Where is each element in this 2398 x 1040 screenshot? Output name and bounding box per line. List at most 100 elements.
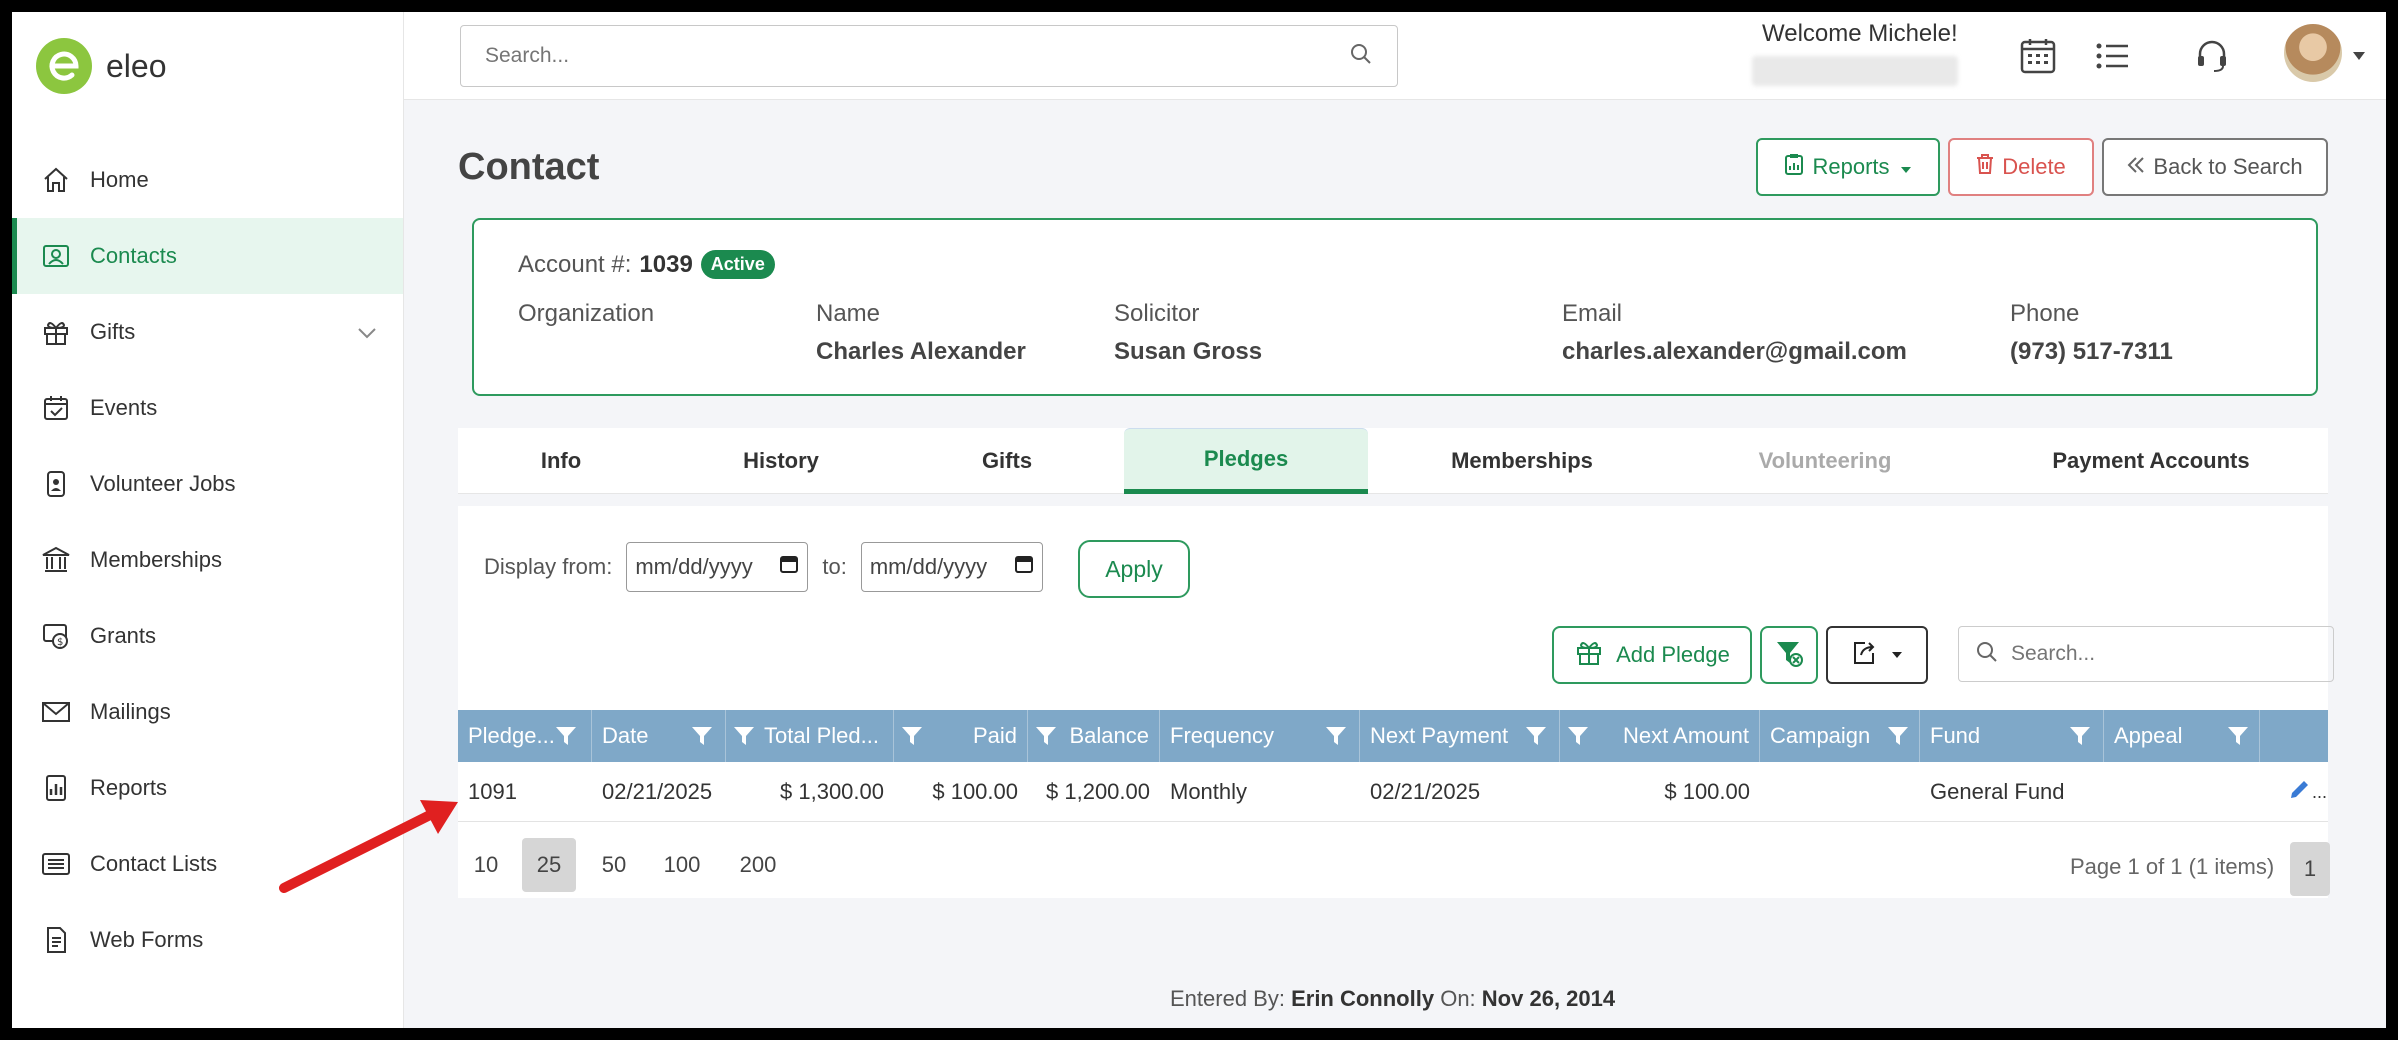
filter-icon[interactable] [2226,724,2250,754]
calendar-icon[interactable] [1014,554,1034,580]
calendar-icon[interactable] [2014,32,2062,80]
sidebar-item-label: Gifts [90,319,136,344]
page-size-option[interactable]: 100 [652,838,712,892]
cell-next-payment: 02/21/2025 [1370,779,1481,804]
sidebar-item-gifts[interactable]: Gifts [12,294,403,370]
add-pledge-button[interactable]: Add Pledge [1552,626,1752,684]
table-row[interactable]: 1091 02/21/2025 $ 1,300.00 $ 100.00 $ 1,… [458,762,2328,822]
column-header-appeal[interactable]: Appeal [2104,710,2260,762]
from-date-input[interactable]: mm/dd/yyyy [626,542,809,592]
sidebar-item-grants[interactable]: $ Grants [12,598,403,674]
tab-payment-accounts[interactable]: Payment Accounts [1974,428,2328,494]
column-header-date[interactable]: Date [592,710,726,762]
sidebar-item-volunteer-jobs[interactable]: Volunteer Jobs [12,446,403,522]
sidebar-item-events[interactable]: Events [12,370,403,446]
row-actions: ... [2278,762,2328,822]
page-size-option-active[interactable]: 25 [522,838,576,892]
svg-text:$: $ [57,637,63,648]
brand-name: eleo [106,47,167,84]
search-icon[interactable] [1349,42,1373,71]
filter-icon[interactable] [1524,724,1548,754]
tab-info[interactable]: Info [458,428,664,494]
column-header-frequency[interactable]: Frequency [1160,710,1360,762]
avatar[interactable] [2284,24,2342,82]
gift-icon [1574,637,1604,673]
grid-search-input[interactable] [2011,642,2317,666]
grid-search[interactable] [1958,626,2334,682]
sidebar-item-label: Grants [90,623,157,648]
pencil-edit-icon[interactable] [2288,777,2312,807]
account-number-line: Account #: 1039 Active [518,250,775,279]
chevron-down-icon[interactable] [357,320,377,346]
organization-field: Organization [518,300,654,338]
calendar-icon[interactable] [779,554,799,580]
filter-icon[interactable] [1566,724,1590,754]
email-link[interactable]: charles.alexander@gmail.com [1562,338,1907,366]
caret-down-icon[interactable] [2352,48,2366,66]
sidebar-item-home[interactable]: Home [12,142,403,218]
sidebar-item-label: Contact Lists [90,851,218,876]
delete-button[interactable]: Delete [1948,138,2094,196]
filter-icon[interactable] [1886,724,1910,754]
tab-history[interactable]: History [664,428,898,494]
filter-icon[interactable] [1324,724,1348,754]
export-button[interactable] [1826,626,1928,684]
column-header-paid[interactable]: Paid [894,710,1028,762]
sidebar-item-contacts[interactable]: Contacts [12,218,403,294]
account-label: Account #: [518,250,632,278]
column-header-total-pledged[interactable]: Total Pled... [726,710,894,762]
sidebar-item-label: Web Forms [90,927,204,952]
report-chart-icon [38,770,74,806]
headset-support-icon[interactable] [2188,32,2236,80]
back-to-search-button[interactable]: Back to Search [2102,138,2328,196]
solicitor-field: Solicitor Susan Gross [1114,300,1262,366]
column-header-next-payment[interactable]: Next Payment [1360,710,1560,762]
field-value: Charles Alexander [816,338,1026,365]
task-list-icon[interactable] [2088,32,2136,80]
logo[interactable]: eleo [36,38,167,94]
home-icon [38,162,74,198]
field-label: Name [816,300,881,327]
sidebar-item-mailings[interactable]: Mailings [12,674,403,750]
form-icon [38,922,74,958]
filter-icon[interactable] [900,724,924,754]
on-label: On: [1440,986,1476,1011]
gift-icon [38,314,74,350]
column-header-pledge[interactable]: Pledge... [458,710,592,762]
tab-gifts[interactable]: Gifts [898,428,1116,494]
sidebar-item-web-forms[interactable]: Web Forms [12,902,403,978]
to-date-input[interactable]: mm/dd/yyyy [860,542,1043,592]
display-from-label: Display from: [484,554,613,579]
page-size-option[interactable]: 10 [466,838,506,892]
filter-icon[interactable] [690,724,714,754]
filter-icon[interactable] [2068,724,2092,754]
page-number-button[interactable]: 1 [2290,842,2330,896]
tab-pledges[interactable]: Pledges [1124,428,1368,494]
apply-button[interactable]: Apply [1078,540,1190,598]
sidebar-item-label: Reports [90,775,168,800]
sidebar-item-memberships[interactable]: Memberships [12,522,403,598]
global-search-input[interactable] [485,44,1349,68]
cell-date: 02/21/2025 [602,779,713,804]
clear-filter-button[interactable] [1760,626,1818,684]
column-title: Balance [1069,723,1149,748]
filter-icon[interactable] [732,724,756,754]
page-size-option[interactable]: 200 [728,838,788,892]
page-title: Contact [458,146,600,188]
filter-icon[interactable] [1034,724,1058,754]
double-chevron-left-icon [2127,154,2145,180]
column-header-campaign[interactable]: Campaign [1760,710,1920,762]
global-search[interactable] [460,25,1398,87]
sidebar-item-label: Volunteer Jobs [90,471,236,496]
reports-button[interactable]: Reports [1756,138,1940,196]
calendar-check-icon [38,390,74,426]
column-title: Fund [1930,723,1981,748]
column-header-fund[interactable]: Fund [1920,710,2104,762]
column-header-next-amount[interactable]: Next Amount [1560,710,1760,762]
column-header-balance[interactable]: Balance [1028,710,1160,762]
add-pledge-label: Add Pledge [1616,642,1730,667]
page-size-option[interactable]: 50 [590,838,638,892]
filter-icon[interactable] [554,724,578,754]
tab-memberships[interactable]: Memberships [1368,428,1676,494]
more-actions-button[interactable]: ... [2312,782,2327,803]
